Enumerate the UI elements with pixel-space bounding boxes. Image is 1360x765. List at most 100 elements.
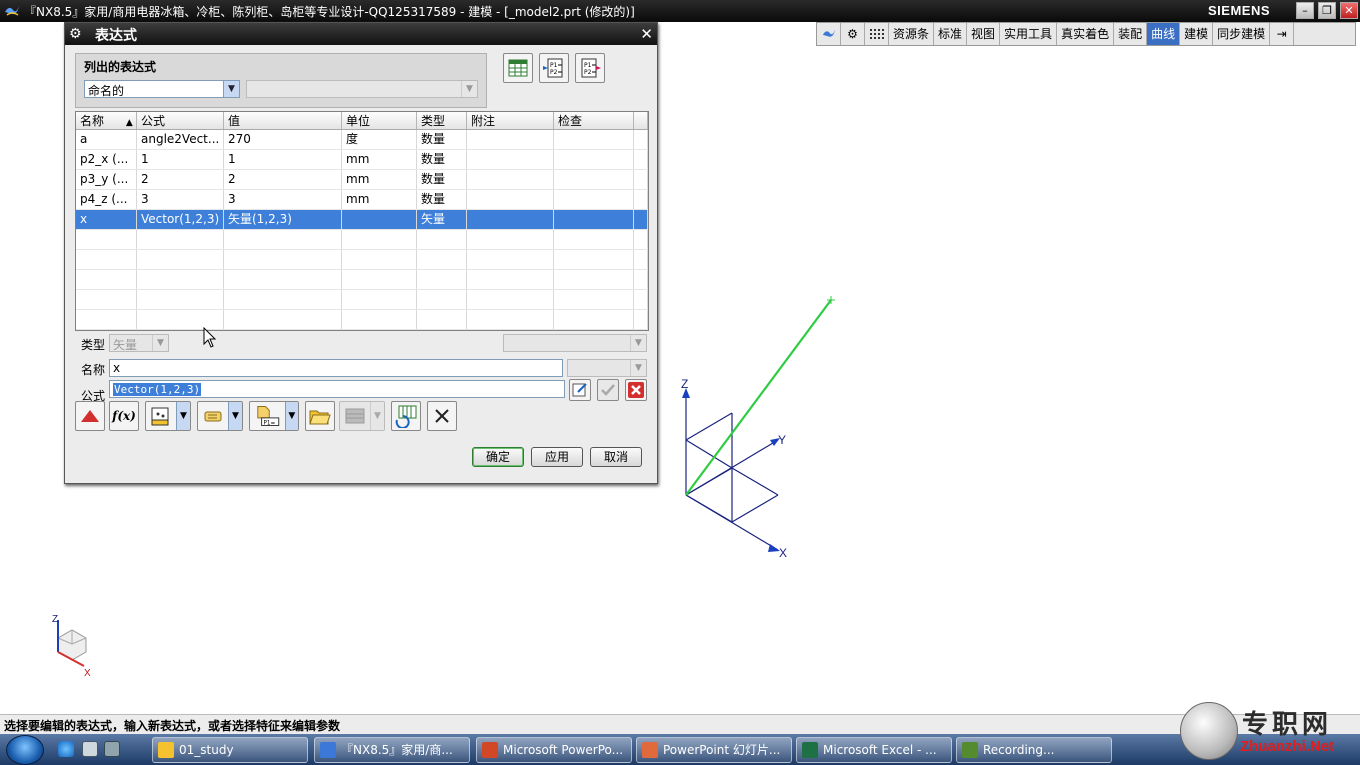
svg-text:P2=: P2=: [550, 69, 562, 76]
toolbar-tab-true-shading[interactable]: 真实着色: [1057, 23, 1115, 45]
expressions-table[interactable]: 名称 ▲ 公式 值 单位 类型 附注 检查 a angle2Vect... 27…: [75, 111, 649, 331]
import-expressions-button[interactable]: P1= P2=: [539, 53, 569, 83]
disabled-tool-button: ▼: [339, 401, 385, 431]
formula-edit-button[interactable]: [569, 379, 591, 401]
listed-expressions-group: 列出的表达式 命名的 ▼ ▼: [75, 53, 487, 108]
cell-value: 2: [224, 170, 342, 189]
column-header-formula[interactable]: 公式: [137, 112, 224, 129]
chevron-down-icon[interactable]: ▼: [176, 402, 190, 430]
powerpoint-icon: [482, 742, 498, 758]
close-window-button[interactable]: ✕: [1340, 2, 1358, 19]
vector-line[interactable]: [685, 299, 832, 496]
listed-filter-select[interactable]: 命名的 ▼: [84, 80, 240, 98]
status-text: 选择要编辑的表达式，输入新表达式，或者选择特征来编辑参数: [4, 719, 341, 733]
cell-comment: [467, 170, 554, 189]
toolbar-tab-modeling[interactable]: 建模: [1180, 23, 1214, 45]
cell-formula: 2: [137, 170, 224, 189]
accept-edit-button[interactable]: [597, 379, 619, 401]
formula-input[interactable]: Vector(1,2,3): [109, 380, 565, 398]
cell-formula: 1: [137, 150, 224, 169]
cell-formula: Vector(1,2,3): [137, 210, 224, 229]
listed-expressions-label: 列出的表达式: [84, 60, 157, 74]
cell-comment: [467, 130, 554, 149]
ribbon-toolbar: ⚙ 资源条 标准 视图 实用工具 真实着色 装配 曲线 建模 同步建模 ⇥: [816, 22, 1356, 46]
taskbar-item-slideshow[interactable]: PowerPoint 幻灯片...: [636, 737, 792, 763]
spreadsheet-edit-button[interactable]: [503, 53, 533, 83]
parameter-button[interactable]: P1= ▼: [249, 401, 299, 431]
expressions-dialog: ⚙ 表达式 ✕ 列出的表达式 命名的 ▼ ▼ P1= P2= P1= P2= 名称 …: [64, 22, 658, 484]
start-button[interactable]: [6, 735, 44, 765]
function-button[interactable]: f(x): [109, 401, 139, 431]
cell-comment: [467, 190, 554, 209]
toolbar-tab-utilities[interactable]: 实用工具: [1000, 23, 1058, 45]
refresh-icon: [395, 405, 417, 428]
column-header-type[interactable]: 类型: [417, 112, 467, 129]
taskbar-item-nx[interactable]: 『NX8.5』家用/商...: [314, 737, 470, 763]
dialog-close-icon[interactable]: ✕: [640, 25, 653, 43]
toolbar-tab-assembly[interactable]: 装配: [1114, 23, 1148, 45]
restore-button[interactable]: ❐: [1318, 2, 1336, 19]
status-bar: 选择要编辑的表达式，输入新表达式，或者选择特征来编辑参数: [0, 714, 1360, 734]
table-row[interactable]: p3_y (... 2 2 mm 数量: [76, 170, 648, 190]
chevron-down-icon[interactable]: ▼: [228, 402, 242, 430]
chevron-down-icon[interactable]: ▼: [223, 81, 239, 97]
toolbar-tab-standard[interactable]: 标准: [934, 23, 968, 45]
toolbar-tab-resource-bar[interactable]: 资源条: [889, 23, 935, 45]
refresh-values-button[interactable]: [391, 401, 421, 431]
reject-edit-button[interactable]: [625, 379, 647, 401]
nx-menu-icon[interactable]: [817, 23, 841, 45]
taskbar-item-excel[interactable]: Microsoft Excel - ...: [796, 737, 952, 763]
cell-value: 矢量(1,2,3): [224, 210, 342, 229]
taskbar-item-powerpoint[interactable]: Microsoft PowerPo...: [476, 737, 632, 763]
cell-type: 数量: [417, 170, 467, 189]
toolbar-overflow-icon[interactable]: ⇥: [1270, 23, 1295, 45]
cell-check: [554, 150, 634, 169]
dialog-gear-icon[interactable]: ⚙: [69, 26, 82, 42]
windows-taskbar: 01_study 『NX8.5』家用/商... Microsoft PowerP…: [0, 734, 1360, 765]
table-row[interactable]: p2_x (... 1 1 mm 数量: [76, 150, 648, 170]
taskbar-item-study-folder[interactable]: 01_study: [152, 737, 308, 763]
name-dimension-select: ▼: [567, 359, 647, 377]
export-expressions-button[interactable]: P1= P2=: [575, 53, 605, 83]
table-row-empty: [76, 310, 648, 330]
cancel-button[interactable]: 取消: [590, 447, 642, 467]
reference-button[interactable]: ▼: [197, 401, 243, 431]
apply-button[interactable]: 应用: [531, 447, 583, 467]
graphics-viewport[interactable]: Z Y X: [660, 280, 860, 570]
table-row-selected[interactable]: x Vector(1,2,3) 矢量(1,2,3) 矢量: [76, 210, 648, 230]
explorer-icon[interactable]: [82, 741, 98, 757]
delete-expression-button[interactable]: [427, 401, 457, 431]
column-header-check[interactable]: 检查: [554, 112, 634, 129]
name-input[interactable]: x: [109, 359, 563, 377]
toolbar-tab-view[interactable]: 视图: [967, 23, 1001, 45]
minimize-button[interactable]: –: [1296, 2, 1314, 19]
chevron-down-icon[interactable]: ▼: [284, 402, 298, 430]
formula-selected-text: Vector(1,2,3): [113, 383, 202, 396]
cell-comment: [467, 150, 554, 169]
column-header-name[interactable]: 名称 ▲: [76, 112, 137, 129]
table-row[interactable]: p4_z (... 3 3 mm 数量: [76, 190, 648, 210]
dialog-title-bar[interactable]: ⚙ 表达式 ✕: [65, 23, 657, 45]
grid-icon[interactable]: [865, 23, 889, 45]
toolbar-tab-curve[interactable]: 曲线: [1147, 23, 1181, 45]
column-header-unit[interactable]: 单位: [342, 112, 417, 129]
ie-icon[interactable]: [58, 741, 74, 757]
show-desktop-icon[interactable]: [104, 741, 120, 757]
column-header-value[interactable]: 值: [224, 112, 342, 129]
gear-icon[interactable]: ⚙: [841, 23, 865, 45]
measure-distance-button[interactable]: ▼: [145, 401, 191, 431]
create-button[interactable]: [75, 401, 105, 431]
table-row[interactable]: a angle2Vect... 270 度 数量: [76, 130, 648, 150]
cell-name: a: [76, 130, 137, 149]
toolbar-tab-sync-modeling[interactable]: 同步建模: [1213, 23, 1271, 45]
taskbar-item-recording[interactable]: Recording...: [956, 737, 1112, 763]
cell-formula: angle2Vect...: [137, 130, 224, 149]
import-icon: P1=P2=: [543, 58, 563, 78]
column-header-comment[interactable]: 附注: [467, 112, 554, 129]
datum-csys: [685, 395, 779, 551]
checkmark-icon: [601, 384, 615, 396]
ok-button[interactable]: 确定: [472, 447, 524, 467]
open-file-button[interactable]: [305, 401, 335, 431]
export-icon: P1=P2=: [581, 58, 601, 78]
cell-unit: [342, 210, 417, 229]
